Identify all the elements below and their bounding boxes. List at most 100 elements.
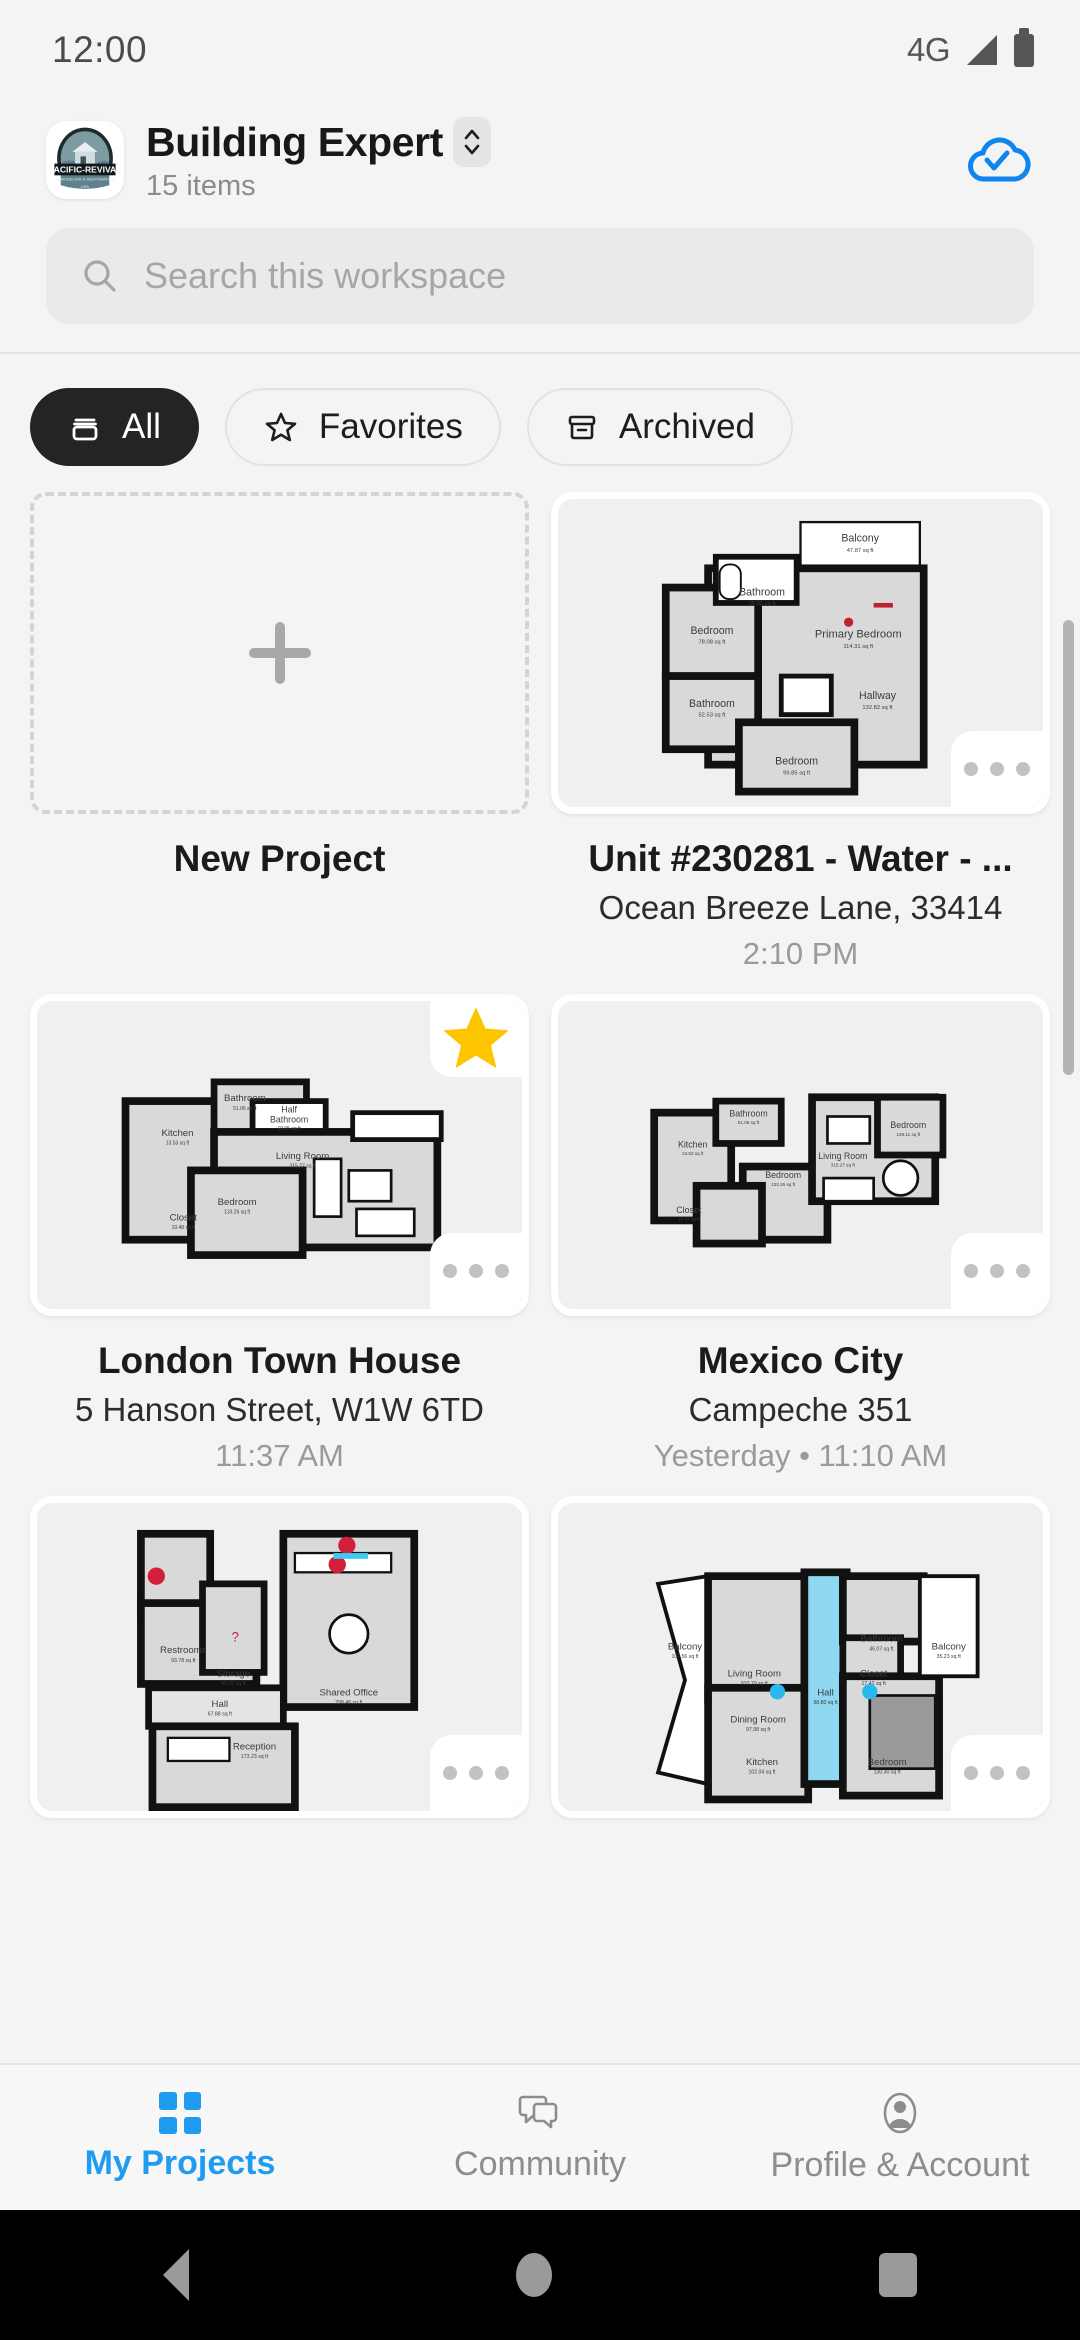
- filter-chip-row: All Favorites Archived: [0, 354, 1080, 488]
- svg-text:Bedroom: Bedroom: [890, 1120, 926, 1130]
- svg-text:51.06 sq ft: 51.06 sq ft: [233, 1106, 257, 1112]
- svg-text:PACIFIC-REVIVAL: PACIFIC-REVIVAL: [49, 165, 121, 175]
- search-placeholder: Search this workspace: [144, 255, 507, 296]
- more-dot: [1016, 1766, 1030, 1780]
- svg-text:114.31 sq ft: 114.31 sq ft: [843, 644, 873, 650]
- circle-home-icon[interactable]: [515, 2253, 552, 2297]
- filter-chip-archived[interactable]: Archived: [526, 388, 794, 466]
- svg-text:Bedroom: Bedroom: [775, 756, 818, 768]
- workspace-title: Building Expert: [146, 118, 443, 165]
- svg-text:REMODELING & RESTORATION: REMODELING & RESTORATION: [55, 177, 115, 182]
- svg-text:173.23 sq ft: 173.23 sq ft: [241, 1754, 269, 1760]
- project-card[interactable]: Balcony 107.56 sq ft Living Room 910.79 …: [551, 1496, 1050, 1818]
- svg-text:Primary Bedroom: Primary Bedroom: [815, 629, 902, 641]
- svg-text:133.26 sq ft: 133.26 sq ft: [771, 1182, 796, 1187]
- square-recents-icon[interactable]: [878, 2253, 917, 2297]
- svg-text:315.27 sq ft: 315.27 sq ft: [290, 1164, 317, 1170]
- pacific-revival-logo-icon: PACIFIC-REVIVAL REMODELING & RESTORATION…: [49, 127, 121, 189]
- project-time: 2:10 PM: [742, 936, 859, 971]
- project-thumbnail[interactable]: Bathroom 51.06 sq ft Half Bathroom 19.05…: [30, 994, 529, 1316]
- vertical-scrollbar[interactable]: [1063, 620, 1074, 1075]
- filter-chip-favorites-label: Favorites: [318, 407, 463, 446]
- status-time: 12:00: [52, 29, 148, 70]
- svg-text:Balcony: Balcony: [932, 1641, 966, 1652]
- triangle-back-icon[interactable]: [163, 2249, 190, 2301]
- project-menu-button[interactable]: [430, 1735, 522, 1811]
- svg-text:130.30 sq ft: 130.30 sq ft: [874, 1769, 902, 1775]
- svg-text:Shared Office: Shared Office: [320, 1688, 379, 1699]
- more-dot: [469, 1766, 483, 1780]
- nav-item-profile-account[interactable]: Profile & Account: [720, 2090, 1080, 2185]
- chat-bubbles-icon: [518, 2095, 558, 2129]
- svg-text:Living Room: Living Room: [276, 1151, 329, 1162]
- cloud-check-glyph: [968, 137, 1031, 182]
- workspace-title-row: Building Expert: [146, 117, 962, 167]
- box-icon: [72, 418, 98, 441]
- svg-text:Balcony: Balcony: [668, 1641, 702, 1652]
- more-dot: [964, 762, 978, 776]
- nav-item-my-projects[interactable]: My Projects: [0, 2092, 360, 2183]
- project-thumbnail[interactable]: Balcony 47.87 sq ft Bathroom 35.92 sq ft…: [551, 492, 1050, 814]
- project-card[interactable]: Balcony 47.87 sq ft Bathroom 35.92 sq ft…: [551, 492, 1050, 972]
- search-input[interactable]: Search this workspace: [46, 228, 1034, 324]
- filter-chip-favorites[interactable]: Favorites: [224, 388, 501, 466]
- svg-text:Living Room: Living Room: [818, 1151, 867, 1161]
- favorite-badge[interactable]: [430, 1001, 522, 1077]
- workspace-logo[interactable]: PACIFIC-REVIVAL REMODELING & RESTORATION…: [46, 121, 124, 199]
- svg-text:93.78 sq ft: 93.78 sq ft: [171, 1658, 196, 1664]
- svg-text:97.98 sq ft: 97.98 sq ft: [746, 1727, 771, 1733]
- svg-text:298.46 sq ft: 298.46 sq ft: [335, 1700, 363, 1706]
- project-time: Yesterday • 11:10 AM: [653, 1438, 948, 1473]
- svg-text:107.56 sq ft: 107.56 sq ft: [671, 1654, 699, 1660]
- more-dot: [964, 1766, 978, 1780]
- project-menu-button[interactable]: [951, 1735, 1043, 1811]
- svg-text:USA: USA: [81, 184, 89, 189]
- svg-text:Living Room: Living Room: [728, 1668, 781, 1679]
- project-thumbnail[interactable]: Kitchen 13.53 sq ft Bathroom 51.06 sq ft…: [551, 994, 1050, 1316]
- svg-text:Bedroom: Bedroom: [868, 1757, 907, 1768]
- svg-text:98.80 sq ft: 98.80 sq ft: [813, 1700, 838, 1706]
- project-thumbnail[interactable]: Balcony 107.56 sq ft Living Room 910.79 …: [551, 1496, 1050, 1818]
- project-menu-button[interactable]: [951, 1233, 1043, 1309]
- svg-text:99.85 sq ft: 99.85 sq ft: [783, 770, 810, 776]
- nav-label-profile-account: Profile & Account: [770, 2146, 1030, 2184]
- project-address: Ocean Breeze Lane, 33414: [598, 889, 1003, 926]
- chevron-up-down-icon[interactable]: [452, 117, 491, 167]
- more-dot: [495, 1766, 509, 1780]
- status-icons: 4G: [907, 27, 1034, 69]
- cloud-check-icon[interactable]: [962, 124, 1034, 196]
- project-card[interactable]: Bathroom 51.06 sq ft Half Bathroom 19.05…: [30, 994, 529, 1474]
- svg-text:46.07 sq ft: 46.07 sq ft: [869, 1646, 894, 1652]
- nav-item-community[interactable]: Community: [360, 2091, 720, 2184]
- project-menu-button[interactable]: [951, 731, 1043, 807]
- svg-text:132.82 sq ft: 132.82 sq ft: [862, 705, 893, 711]
- project-grid: New Project Balcony 47.87 sq ft Bathroom…: [0, 488, 1080, 1818]
- project-title: Unit #230281 - Water - ...: [588, 838, 1013, 879]
- filter-chip-all[interactable]: All: [30, 388, 199, 466]
- project-menu-button[interactable]: [430, 1233, 522, 1309]
- nav-label-community: Community: [454, 2145, 626, 2183]
- svg-text:10.48 sq ft: 10.48 sq ft: [172, 1225, 196, 1231]
- svg-text:Dining Room: Dining Room: [730, 1714, 786, 1725]
- svg-text:Closet: Closet: [170, 1212, 198, 1223]
- svg-text:Bedroom: Bedroom: [218, 1197, 257, 1208]
- svg-text:Restrooms: Restrooms: [160, 1645, 207, 1656]
- chevron-up-down-glyph: [464, 129, 480, 155]
- system-navigation-bar: [0, 2210, 1080, 2340]
- project-thumbnail[interactable]: Restrooms 93.78 sq ft Storage 45.16 sq f…: [30, 1496, 529, 1818]
- svg-text:Kitchen: Kitchen: [746, 1757, 778, 1768]
- svg-text:Bathroom: Bathroom: [270, 1114, 308, 1124]
- svg-text:Balcony: Balcony: [841, 532, 879, 544]
- svg-text:35.92 sq ft: 35.92 sq ft: [749, 601, 776, 607]
- svg-text:Bedroom: Bedroom: [690, 625, 733, 637]
- project-title: London Town House: [97, 1340, 462, 1381]
- new-project-button[interactable]: [30, 492, 529, 814]
- project-card[interactable]: Kitchen 13.53 sq ft Bathroom 51.06 sq ft…: [551, 994, 1050, 1474]
- svg-text:Bathroom: Bathroom: [729, 1109, 767, 1119]
- workspace-text: Building Expert 15 items: [146, 117, 962, 203]
- more-dot: [990, 1766, 1004, 1780]
- workspace-item-count: 15 items: [146, 170, 256, 202]
- project-card[interactable]: Restrooms 93.78 sq ft Storage 45.16 sq f…: [30, 1496, 529, 1818]
- project-address: Campeche 351: [688, 1391, 913, 1428]
- svg-text:13.53 sq ft: 13.53 sq ft: [166, 1140, 190, 1146]
